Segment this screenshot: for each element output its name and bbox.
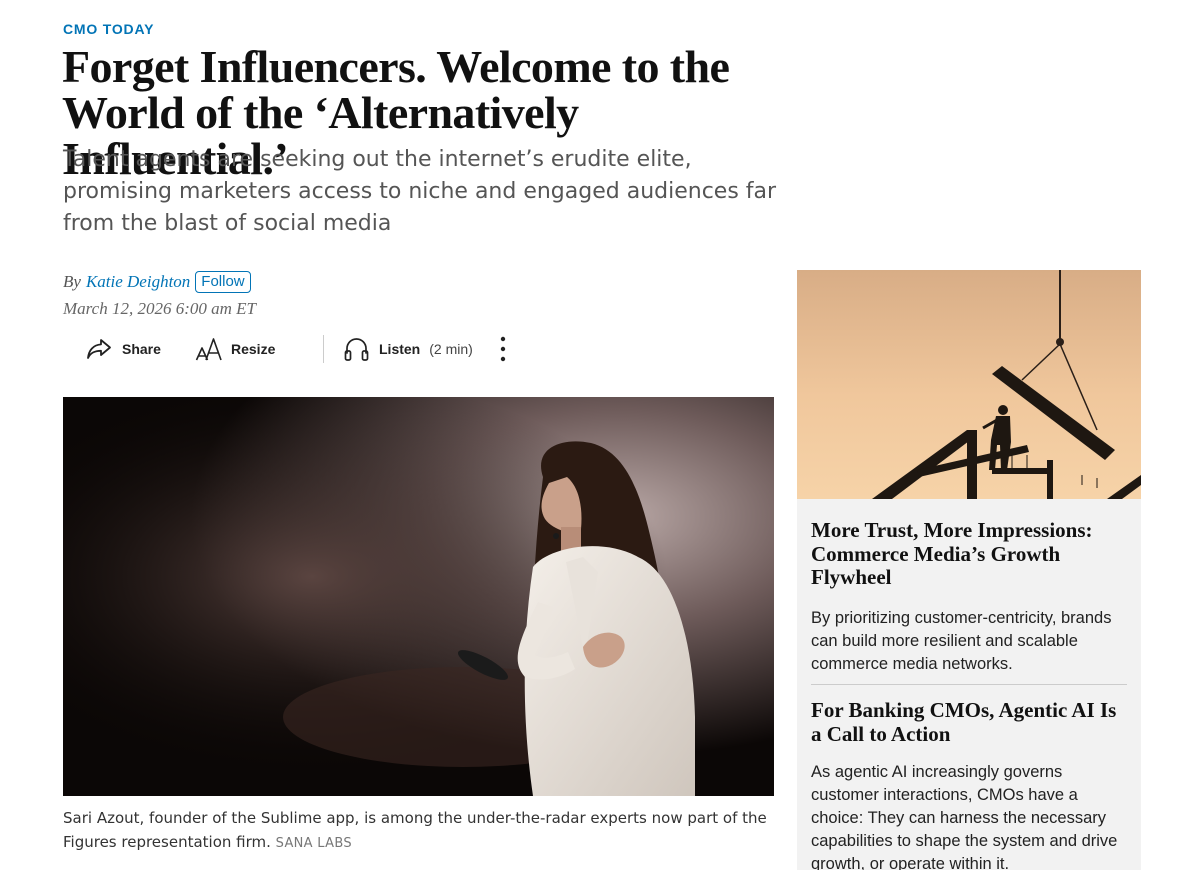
listen-duration: (2 min) <box>429 341 473 357</box>
promo-body: By prioritizing customer-centricity, bra… <box>811 608 1112 673</box>
sidebar-ad: More Trust, More Impressions: Commerce M… <box>797 270 1141 870</box>
share-label: Share <box>122 341 161 357</box>
headphones-icon <box>344 336 369 362</box>
listen-label: Listen <box>379 341 421 357</box>
resize-label: Resize <box>231 341 276 357</box>
byline: By Katie Deighton Follow <box>63 271 251 293</box>
promo-title[interactable]: More Trust, More Impressions: Commerce M… <box>811 518 1127 590</box>
promo-body: As agentic AI increasingly governs custo… <box>811 763 1118 870</box>
resize-button[interactable]: Resize <box>195 334 275 364</box>
author-link[interactable]: Katie Deighton <box>86 272 190 292</box>
sidebar-divider <box>811 684 1127 685</box>
construction-image <box>797 270 1141 499</box>
article-dek: Talent agents are seeking out the intern… <box>63 147 777 236</box>
photo-caption: Sari Azout, founder of the Sublime app, … <box>63 806 783 856</box>
listen-button[interactable]: Listen (2 min) <box>344 334 473 364</box>
dateline: March 12, 2026 6:00 am ET <box>63 299 256 318</box>
photo-credit: SANA LABS <box>275 836 352 851</box>
toolbar-divider <box>323 335 324 363</box>
vertical-dots-icon <box>497 334 509 364</box>
article-photo <box>63 397 774 796</box>
promo-title[interactable]: For Banking CMOs, Agentic AI Is a Call t… <box>811 698 1127 746</box>
share-button[interactable]: Share <box>86 334 161 364</box>
caption-text: Sari Azout, founder of the Sublime app, … <box>63 809 767 851</box>
resize-icon <box>195 336 223 362</box>
more-options-button[interactable] <box>497 334 509 364</box>
follow-button[interactable]: Follow <box>195 271 251 293</box>
byline-prefix: By <box>63 272 81 291</box>
section-label[interactable]: CMO TODAY <box>63 21 154 37</box>
share-icon <box>86 337 112 361</box>
sidebar-promo-2[interactable]: For Banking CMOs, Agentic AI Is a Call t… <box>811 698 1127 870</box>
sidebar-promo-1[interactable]: More Trust, More Impressions: Commerce M… <box>811 518 1127 676</box>
